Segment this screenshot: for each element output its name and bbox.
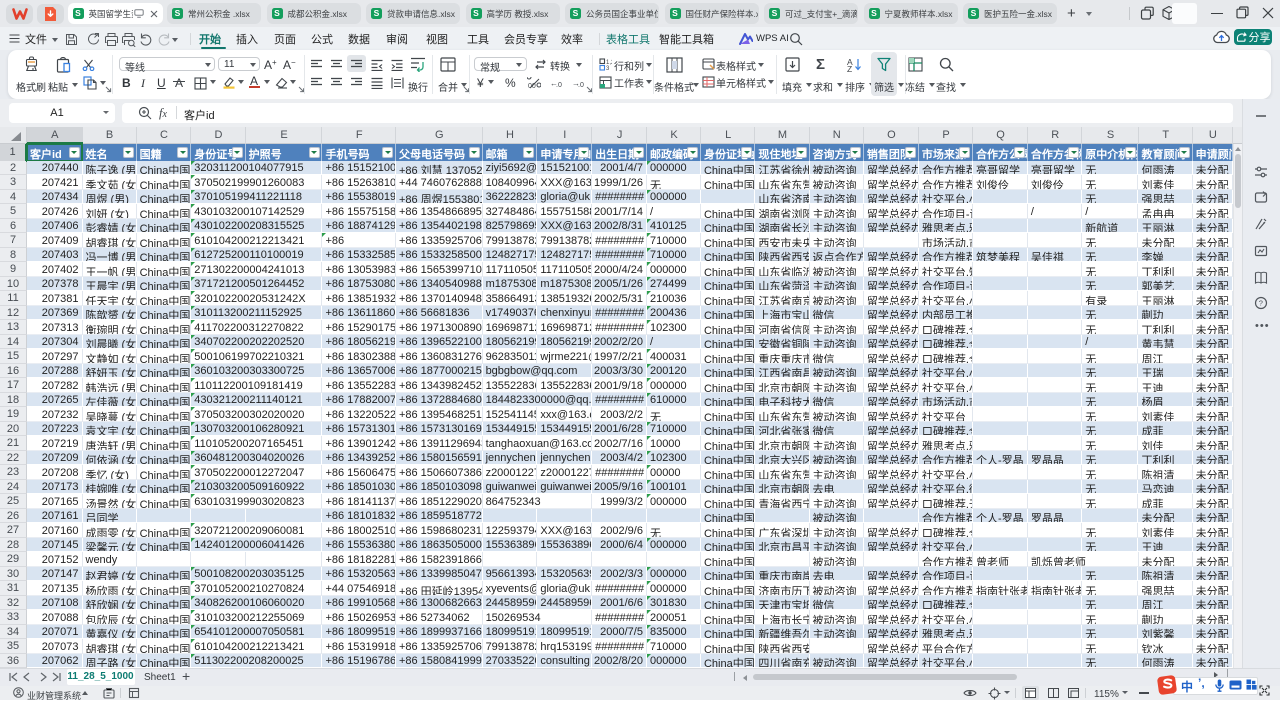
svg-text:3: 3 bbox=[606, 66, 610, 71]
svg-text:?: ? bbox=[1259, 299, 1263, 308]
svg-text:Z: Z bbox=[847, 64, 852, 72]
svg-text:.0: .0 bbox=[556, 82, 562, 89]
svg-text:00: 00 bbox=[528, 83, 536, 89]
svg-text:.0: .0 bbox=[578, 82, 584, 89]
